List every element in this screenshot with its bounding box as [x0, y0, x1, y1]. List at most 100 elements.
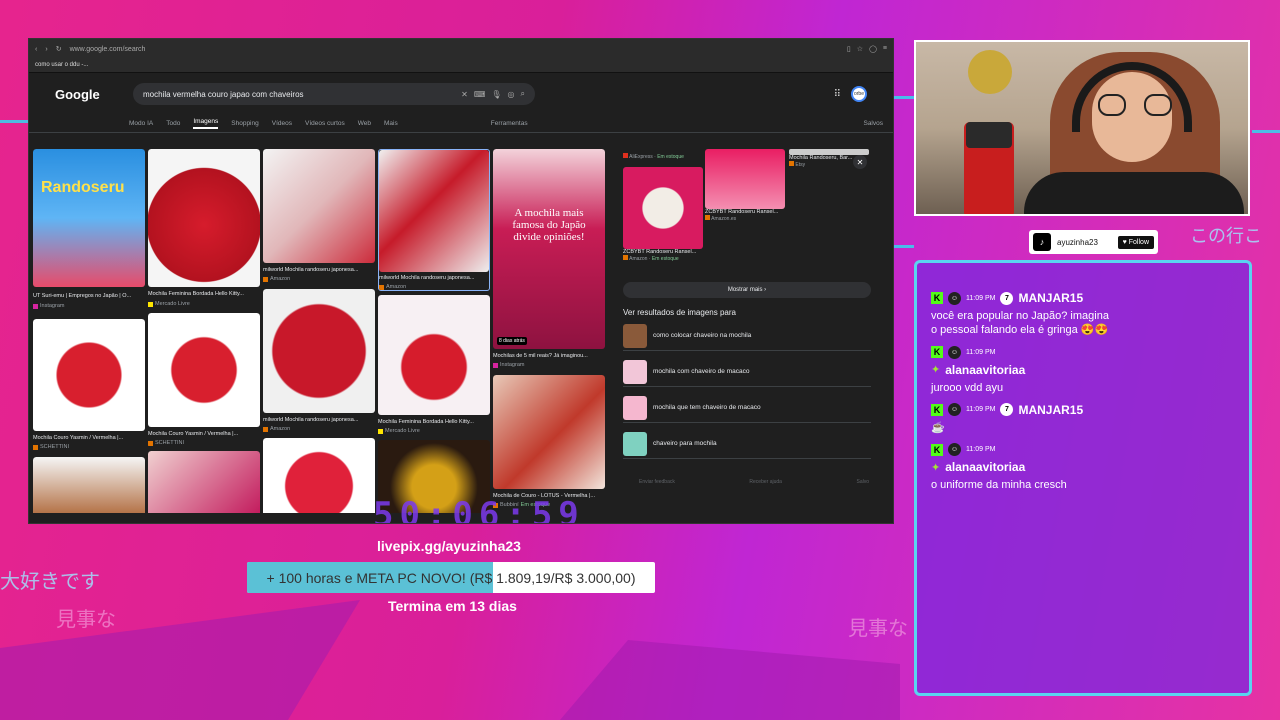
user-badge-icon: ☺	[948, 345, 961, 359]
kick-icon: K	[931, 346, 943, 359]
bookmarks-bar: como usar o ddu -...	[29, 59, 893, 73]
related-search-item[interactable]: como colocar chaveiro na mochila	[623, 321, 871, 351]
overlay-jp-right1: 見事な	[848, 616, 908, 640]
chat-username[interactable]: MANJAR15	[1018, 291, 1083, 305]
chat-username[interactable]: alanaavitoriaa	[945, 460, 1025, 474]
related-search-item[interactable]: mochila que tem chaveiro de macaco	[623, 393, 871, 423]
sub-badge: 7	[1000, 403, 1014, 417]
avatar[interactable]: orbe	[851, 86, 867, 102]
bookmark-star-icon[interactable]: ☆	[857, 45, 863, 53]
image-result[interactable]: Mochila Couro Yasmin / Vermelha |... SCH…	[33, 319, 145, 454]
image-preview-panel: AliExpress · Em estoque ZCBYBT Randoseru…	[617, 149, 881, 513]
browser-window: ‹ › ↻ www.google.com/search ▯ ☆ ◯ ≡ como…	[28, 38, 894, 524]
related-thumbnail	[623, 323, 647, 348]
image-overlay-text: Randoseru	[41, 179, 125, 196]
product-source: Etsy	[795, 162, 806, 168]
image-result[interactable]: Mochila Feminina Bordada Hello Kitty... …	[148, 149, 260, 311]
clear-icon[interactable]: ✕	[461, 90, 468, 99]
product-source: Amazon	[629, 256, 648, 262]
image-caption: milworld Mochila randoseru japonesa...	[379, 275, 475, 281]
tools-button[interactable]: Ferramentas	[491, 120, 528, 127]
chat-message: K ☺ 11:09 PM 7 MANJAR15 você era popular no …	[931, 291, 1235, 338]
chat-text: você era popular no Japão? imagina o pes…	[931, 310, 1109, 337]
stock-label: Em estoque	[651, 256, 679, 262]
related-search-item[interactable]: chaveiro para mochila	[623, 429, 871, 459]
show-more-button[interactable]: Mostrar mais ›	[623, 282, 871, 298]
address-bar[interactable]: www.google.com/search	[70, 46, 146, 53]
mic-icon[interactable]: 🎙	[491, 90, 501, 99]
user-badge-icon: ☺	[948, 443, 961, 457]
saved-button[interactable]: Salvos	[863, 120, 883, 127]
product-card[interactable]: ZCBYBT Randoseru Ransel... Amazon.es	[705, 149, 785, 222]
tab-videos-curtos[interactable]: Vídeos curtos	[305, 120, 345, 127]
tab-web[interactable]: Web	[358, 120, 371, 127]
search-input[interactable]: mochila vermelha couro japao com chaveir…	[143, 90, 455, 99]
feedback-link[interactable]: Enviar feedback	[639, 479, 675, 485]
image-result[interactable]	[148, 451, 260, 513]
chat-text: ☕	[931, 421, 945, 434]
user-badge-icon: ☺	[948, 403, 961, 417]
top-result-source: AliExpress · Em estoque	[623, 153, 684, 160]
image-result[interactable]: Randoseru UT Suri-emu | Empregos no Japã…	[33, 149, 145, 317]
image-source: Instagram	[40, 303, 65, 309]
overlay-jp-left1: 大好きです	[0, 569, 100, 593]
image-result[interactable]: A mochila mais famosa do Japão divide op…	[493, 149, 605, 371]
tab-videos[interactable]: Vídeos	[272, 120, 292, 127]
tab-modo-ia[interactable]: Modo IA	[129, 120, 153, 127]
image-source: Amazon	[386, 284, 407, 290]
chat-message: K ☺ 11:09 PM ✦ alanaavitoriaa o uniforme da…	[931, 443, 1235, 492]
image-caption: Mochila Feminina Bordada Hello Kitty...	[148, 291, 244, 297]
profile-icon[interactable]: ◯	[869, 45, 877, 53]
chat-username[interactable]: alanaavitoriaa	[945, 363, 1025, 377]
bookmark-item[interactable]: como usar o ddu -...	[35, 62, 88, 68]
image-caption: Mochila Feminina Bordada Hello Kitty...	[378, 419, 474, 425]
menu-icon[interactable]: ≡	[883, 45, 887, 53]
image-results-grid: Randoseru UT Suri-emu | Empregos no Japã…	[33, 149, 609, 513]
donation-site: livepix.gg/ayuzinha23	[377, 538, 521, 554]
search-bar[interactable]: mochila vermelha couro japao com chaveir…	[133, 83, 535, 105]
tiktok-follow-card: ♪ ayuzinha23 ♥ Follow	[1029, 230, 1158, 254]
image-result[interactable]: milworld Mochila randoseru japonesa... A…	[378, 149, 490, 291]
reload-icon[interactable]: ↻	[56, 45, 62, 53]
kick-icon: K	[931, 443, 943, 456]
kick-icon: K	[931, 292, 943, 304]
tab-todo[interactable]: Todo	[166, 120, 180, 127]
lens-icon[interactable]: ◎	[508, 90, 515, 99]
kick-icon: K	[931, 403, 943, 416]
image-result[interactable]: Mochila de Couro - LOTUS - Vermelha |...…	[493, 375, 605, 511]
product-card[interactable]: ZCBYBT Randoseru Ransel... Amazon · Em e…	[623, 167, 703, 262]
saved-link[interactable]: Salvo	[856, 479, 869, 485]
related-title: Ver resultados de imagens para	[623, 308, 736, 317]
image-result[interactable]: milworld Mochila randoseru japonesa... A…	[263, 289, 375, 435]
image-result[interactable]: Mochila Couro Yasmin / Vermelha |... SCH…	[148, 313, 260, 448]
search-icon[interactable]: ⌕	[521, 89, 525, 99]
keyboard-icon[interactable]: ⌨	[474, 90, 486, 99]
follow-button[interactable]: ♥ Follow	[1117, 235, 1154, 249]
google-logo[interactable]: Google	[55, 87, 115, 102]
tab-imagens[interactable]: Imagens	[193, 118, 219, 129]
apps-grid-icon[interactable]: ⠿	[834, 89, 841, 100]
sparkle-icon: ✦	[931, 461, 941, 474]
image-source: Mercado Livre	[155, 301, 190, 307]
overlay-jp-left2: 見事な	[56, 607, 116, 631]
goal-text: + 100 horas e META PC NOVO! (R$ 1.809,19…	[266, 569, 636, 586]
image-result[interactable]: Mochila Feminina Bordada Hello Kitty... …	[378, 295, 490, 437]
sparkle-icon: ✦	[931, 364, 941, 377]
product-source: Amazon.es	[711, 216, 737, 222]
chat-username[interactable]: MANJAR15	[1018, 403, 1083, 417]
browser-titlebar: ‹ › ↻ www.google.com/search ▯ ☆ ◯ ≡	[29, 39, 893, 59]
image-source: Amazon	[270, 276, 291, 282]
forward-icon[interactable]: ›	[45, 46, 47, 53]
help-link[interactable]: Receber ajuda	[749, 479, 782, 485]
image-result[interactable]: milworld Mochila randoseru japonesa... A…	[263, 149, 375, 285]
image-result[interactable]	[263, 438, 375, 513]
extension-icon[interactable]: ▯	[847, 45, 851, 53]
back-icon[interactable]: ‹	[35, 46, 37, 53]
tab-shopping[interactable]: Shopping	[231, 120, 258, 127]
tab-mais[interactable]: Mais	[384, 120, 398, 127]
related-search-item[interactable]: mochila com chaveiro de macaco	[623, 357, 871, 387]
related-thumbnail	[623, 395, 647, 420]
close-icon[interactable]: ✕	[853, 155, 867, 169]
related-thumbnail	[623, 431, 647, 456]
image-result[interactable]	[33, 457, 145, 513]
